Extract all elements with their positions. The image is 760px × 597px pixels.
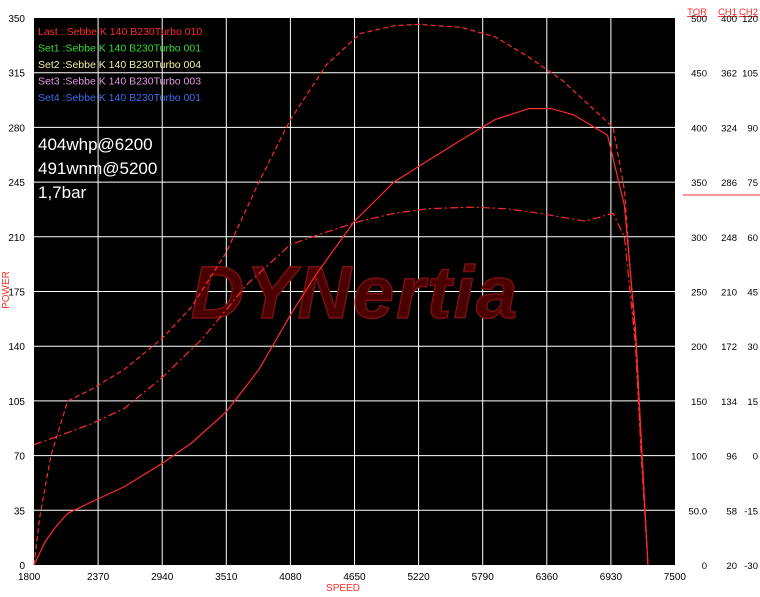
x-axis-title: SPEED xyxy=(326,583,360,592)
legend-layer: Last : Sebbe K 140 B230Turbo 010 Set1 :Se… xyxy=(38,26,202,104)
right-axis-tick-label: 172 xyxy=(721,342,737,353)
y-tick-label: 0 xyxy=(19,561,25,572)
annotation-text: 491wnm@5200 xyxy=(38,159,157,178)
y-axis-title: POWER xyxy=(1,271,12,309)
x-tick-label: 5220 xyxy=(407,572,430,583)
x-tick-label: 3510 xyxy=(215,572,238,583)
legend-entry: Set1 :Sebbe K 140 B230Turbo 001 xyxy=(38,43,201,55)
right-axis-tick-label: 400 xyxy=(721,14,737,25)
right-axis-tick-label: 75 xyxy=(747,178,758,189)
x-tick-label: 6360 xyxy=(536,572,559,583)
right-axis-tick-label: 20 xyxy=(726,561,737,572)
right-axis-tick-label: 90 xyxy=(747,123,758,134)
legend-entry: Set2 :Sebbe K 140 B230Turbo 004 xyxy=(38,59,201,71)
right-axis-tick-label: 120 xyxy=(742,14,758,25)
right-axis-tick-label: 200 xyxy=(691,342,707,353)
y-tick-label: 35 xyxy=(14,506,26,517)
y-tick-label: 280 xyxy=(8,123,25,134)
right-axis-tick-label: 100 xyxy=(691,452,707,463)
right-axis-tick-label: 96 xyxy=(726,452,737,463)
chart-svg: DYNertia Last : Sebbe K 140 B230Turbo 01… xyxy=(0,0,760,594)
y-tick-label: 70 xyxy=(14,452,26,463)
x-tick-label: 5790 xyxy=(472,572,495,583)
legend-entry: Set4 :Sebbe K 140 B230Turbo 001 xyxy=(38,92,201,104)
right-axis-tick-label: 450 xyxy=(691,69,707,80)
right-axis-tick-label: 134 xyxy=(721,397,737,408)
x-tick-label: 2370 xyxy=(87,572,110,583)
x-tick-label: 7500 xyxy=(664,572,687,583)
right-axis-tick-label: 15 xyxy=(747,397,758,408)
right-axis-tick-label: 248 xyxy=(721,233,737,244)
right-axis-tick-label: 300 xyxy=(691,233,707,244)
y-tick-label: 105 xyxy=(8,397,25,408)
x-tick-label: 4080 xyxy=(279,572,302,583)
annotation-text: 1,7bar xyxy=(38,183,87,202)
right-axis-tick-label: 250 xyxy=(691,288,707,299)
right-axis-tick-label: 210 xyxy=(721,288,737,299)
right-axis-tick-label: 30 xyxy=(747,342,758,353)
y-tick-label: 140 xyxy=(8,342,25,353)
legend-entry: Last : Sebbe K 140 B230Turbo 010 xyxy=(38,26,202,38)
right-axis-tick-label: 362 xyxy=(721,69,737,80)
right-axis-tick-label: 150 xyxy=(691,397,707,408)
y-tick-label: 245 xyxy=(8,178,25,189)
x-tick-label: 2940 xyxy=(151,572,174,583)
right-axis-tick-label: 0 xyxy=(702,561,707,572)
annotation-text: 404whp@6200 xyxy=(38,135,153,154)
right-axis-tick-label: 105 xyxy=(742,69,758,80)
x-tick-label: 1800 xyxy=(18,572,41,583)
y-tick-label: 315 xyxy=(8,69,25,80)
right-axis-tick-label: 58 xyxy=(726,506,737,517)
right-axis-tick-label: 45 xyxy=(747,288,758,299)
right-axis-tick-label: 0 xyxy=(753,452,758,463)
x-tick-label: 4650 xyxy=(343,572,366,583)
right-axis-tick-label: -30 xyxy=(744,561,758,572)
right-axis-tick-label: -15 xyxy=(744,506,758,517)
x-tick-label: 6930 xyxy=(600,572,623,583)
dyno-chart: DYNertia Last : Sebbe K 140 B230Turbo 01… xyxy=(0,0,760,594)
right-axis-tick-label: 286 xyxy=(721,178,737,189)
y-tick-label: 350 xyxy=(8,14,25,25)
right-axis-tick-label: 350 xyxy=(691,178,707,189)
right-axis-tick-label: 400 xyxy=(691,123,707,134)
right-axis-tick-label: 500 xyxy=(691,14,707,25)
legend-entry: Set3 :Sebbe K 140 B230Turbo 003 xyxy=(38,76,201,88)
right-axis-tick-label: 50.0 xyxy=(689,506,708,517)
y-tick-label: 210 xyxy=(8,233,25,244)
right-axis-tick-label: 324 xyxy=(721,123,737,134)
right-axis-tick-label: 60 xyxy=(747,233,758,244)
